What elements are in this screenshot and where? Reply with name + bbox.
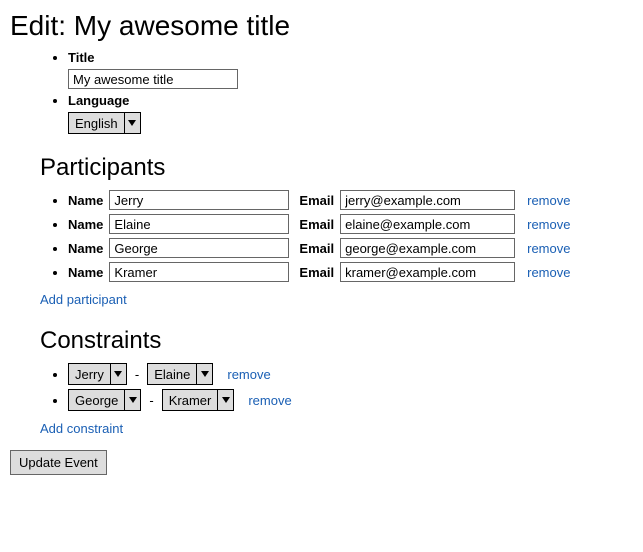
title-field: Title (68, 50, 633, 89)
constraint-left-value: George (69, 390, 124, 410)
participant-row: Name Email remove (68, 262, 633, 282)
participant-row: Name Email remove (68, 238, 633, 258)
constraint-dash: - (149, 393, 153, 408)
participant-email-input[interactable] (340, 262, 515, 282)
participant-name-input[interactable] (109, 262, 289, 282)
constraint-left-select[interactable]: Jerry (68, 363, 127, 385)
constraint-left-select[interactable]: George (68, 389, 141, 411)
title-label: Title (68, 50, 633, 65)
chevron-down-icon (124, 390, 140, 410)
constraint-row: Jerry -Elaine remove (68, 363, 633, 385)
participant-email-label: Email (299, 217, 334, 232)
basic-fields-list: Title Language English (40, 50, 633, 134)
constraint-right-select[interactable]: Elaine (147, 363, 213, 385)
language-label: Language (68, 93, 633, 108)
participant-row: Name Email remove (68, 190, 633, 210)
participant-name-input[interactable] (109, 190, 289, 210)
constraint-dash: - (135, 367, 139, 382)
constraints-list: Jerry-ElaineremoveGeorge-Kramerremove (40, 363, 633, 411)
remove-constraint-link[interactable]: remove (248, 393, 291, 408)
participants-heading: Participants (40, 154, 633, 182)
participant-name-input[interactable] (109, 238, 289, 258)
constraint-right-value: Kramer (163, 390, 218, 410)
language-select-value: English (69, 113, 124, 133)
chevron-down-icon (124, 113, 140, 133)
constraint-row: George -Kramer remove (68, 389, 633, 411)
participant-email-label: Email (299, 241, 334, 256)
participant-row: Name Email remove (68, 214, 633, 234)
language-field: Language English (68, 93, 633, 134)
title-input[interactable] (68, 69, 238, 89)
participant-name-label: Name (68, 241, 103, 256)
remove-participant-link[interactable]: remove (527, 193, 570, 208)
participant-email-input[interactable] (340, 238, 515, 258)
remove-constraint-link[interactable]: remove (227, 367, 270, 382)
chevron-down-icon (110, 364, 126, 384)
constraint-right-value: Elaine (148, 364, 196, 384)
chevron-down-icon (217, 390, 233, 410)
participant-name-input[interactable] (109, 214, 289, 234)
remove-participant-link[interactable]: remove (527, 217, 570, 232)
update-event-button[interactable]: Update Event (10, 450, 107, 475)
participant-email-input[interactable] (340, 190, 515, 210)
constraint-left-value: Jerry (69, 364, 110, 384)
participants-list: Name Email remove Name Email remove Name Email r… (40, 190, 633, 282)
participant-email-input[interactable] (340, 214, 515, 234)
chevron-down-icon (196, 364, 212, 384)
constraint-right-select[interactable]: Kramer (162, 389, 235, 411)
language-select[interactable]: English (68, 112, 141, 134)
participant-email-label: Email (299, 193, 334, 208)
participant-name-label: Name (68, 193, 103, 208)
participant-name-label: Name (68, 265, 103, 280)
participant-name-label: Name (68, 217, 103, 232)
participant-email-label: Email (299, 265, 334, 280)
constraints-heading: Constraints (40, 327, 633, 355)
remove-participant-link[interactable]: remove (527, 241, 570, 256)
page-title: Edit: My awesome title (10, 10, 633, 42)
remove-participant-link[interactable]: remove (527, 265, 570, 280)
add-participant-link[interactable]: Add participant (40, 292, 633, 307)
add-constraint-link[interactable]: Add constraint (40, 421, 633, 436)
